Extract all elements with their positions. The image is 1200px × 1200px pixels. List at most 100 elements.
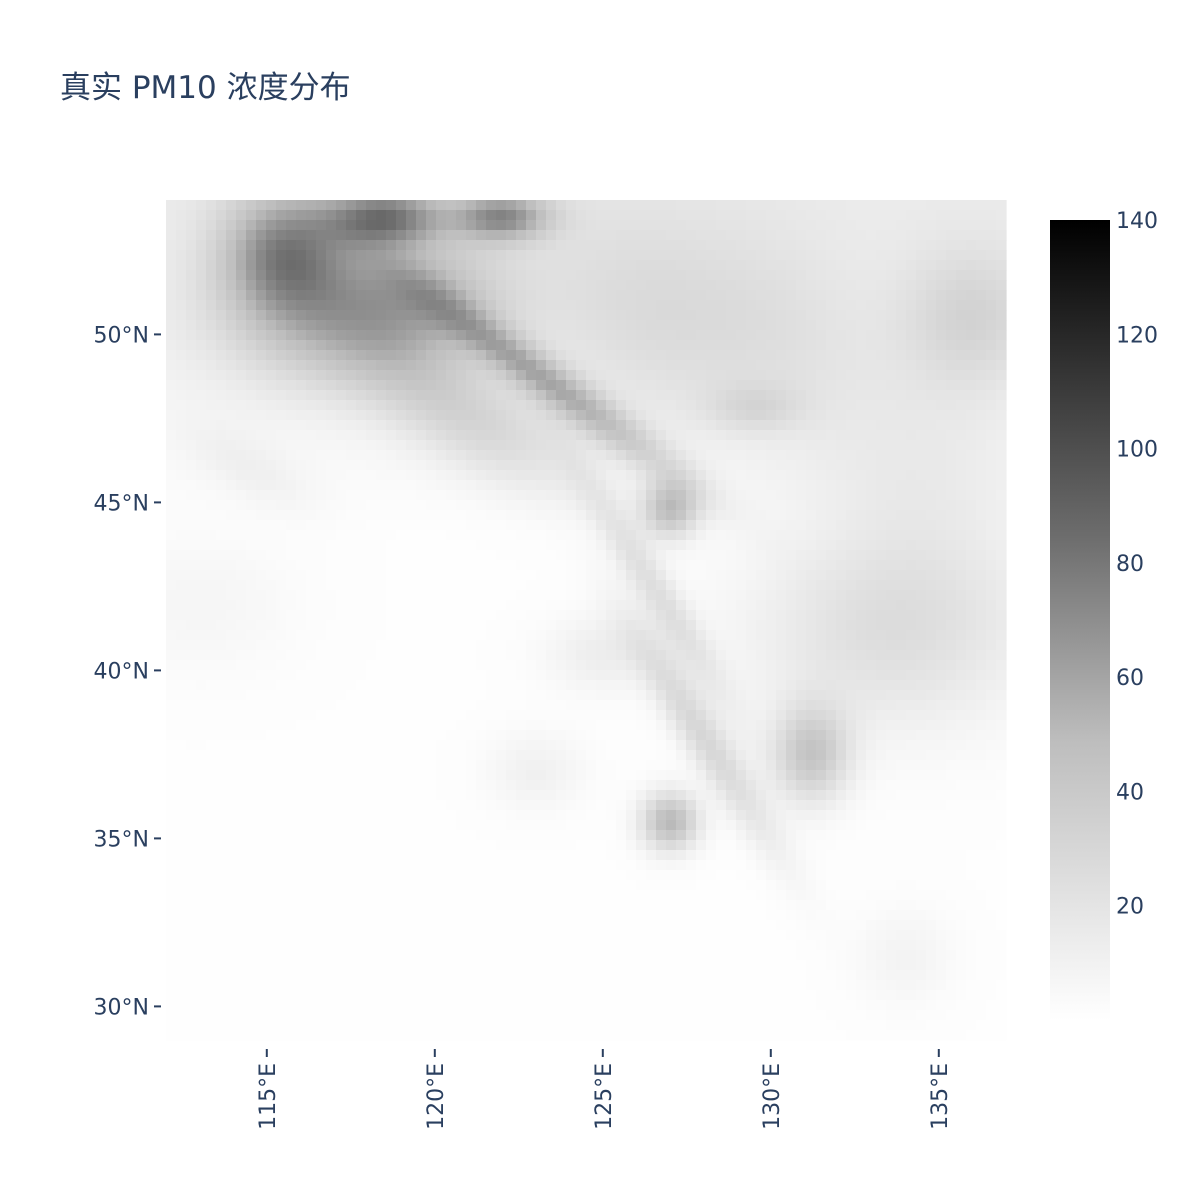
heatmap-cell	[586, 470, 597, 481]
heatmap-cell	[316, 300, 327, 311]
heatmap-cell	[336, 610, 347, 621]
heatmap-cell	[246, 560, 257, 571]
heatmap-cell	[586, 300, 597, 311]
heatmap-cell	[746, 730, 757, 741]
heatmap-cell	[916, 320, 927, 331]
heatmap-cell	[196, 250, 207, 261]
heatmap-cell	[646, 360, 657, 371]
heatmap-cell	[706, 520, 717, 531]
heatmap-cell	[786, 630, 797, 641]
heatmap-cell	[246, 510, 257, 521]
heatmap-cell	[526, 310, 537, 321]
heatmap-cell	[486, 330, 497, 341]
heatmap-cell	[416, 630, 427, 641]
heatmap-cell	[326, 200, 337, 211]
heatmap-cell	[306, 430, 317, 441]
heatmap-cell	[676, 510, 687, 521]
heatmap-cell	[536, 230, 547, 241]
heatmap-cell	[956, 370, 967, 381]
heatmap-cell	[466, 230, 477, 241]
heatmap-cell	[386, 320, 397, 331]
heatmap-cell	[866, 200, 877, 211]
heatmap-cell	[696, 200, 707, 211]
heatmap-cell	[766, 620, 777, 631]
heatmap-cell	[736, 320, 747, 331]
heatmap-cell	[856, 390, 867, 401]
heatmap-cell	[676, 560, 687, 571]
heatmap-cell	[296, 340, 307, 351]
heatmap-cell	[976, 280, 987, 291]
heatmap-cell	[866, 680, 877, 691]
heatmap-cell	[176, 260, 187, 271]
heatmap-cell	[586, 650, 597, 661]
heatmap-cell	[976, 700, 987, 711]
heatmap-cell	[926, 200, 937, 211]
heatmap-cell	[946, 250, 957, 261]
heatmap-cell	[246, 490, 257, 501]
heatmap-cell	[886, 620, 897, 631]
heatmap-cell	[306, 680, 317, 691]
heatmap-cell	[896, 410, 907, 421]
heatmap-cell	[476, 260, 487, 271]
heatmap-cell	[996, 230, 1007, 241]
heatmap-cell	[856, 250, 867, 261]
heatmap-cell	[736, 300, 747, 311]
heatmap-cell	[396, 550, 407, 561]
heatmap-cell	[946, 310, 957, 321]
heatmap-cell	[496, 430, 507, 441]
heatmap-cell	[316, 610, 327, 621]
heatmap-cell	[916, 740, 927, 751]
heatmap-cell	[166, 560, 177, 571]
heatmap-cell	[496, 380, 507, 391]
heatmap-cell	[926, 620, 937, 631]
heatmap-cell	[896, 510, 907, 521]
heatmap-cell	[816, 750, 827, 761]
heatmap-cell	[656, 200, 667, 211]
heatmap-cell	[556, 220, 567, 231]
heatmap-cell	[256, 210, 267, 221]
heatmap-cell	[886, 690, 897, 701]
heatmap-cell	[516, 470, 527, 481]
heatmap-cell	[896, 530, 907, 541]
heatmap-cell	[206, 580, 217, 591]
heatmap-cell	[456, 740, 467, 751]
heatmap-cell	[176, 780, 187, 791]
heatmap-cell	[796, 630, 807, 641]
heatmap-cell	[176, 540, 187, 551]
heatmap-cell	[846, 310, 857, 321]
heatmap-cell	[996, 340, 1007, 351]
heatmap-cell	[836, 720, 847, 731]
heatmap-cell	[996, 220, 1007, 231]
heatmap-cell	[476, 670, 487, 681]
heatmap-cell	[496, 210, 507, 221]
heatmap-cell	[656, 490, 667, 501]
heatmap-cell	[486, 600, 497, 611]
heatmap-cell	[456, 380, 467, 391]
heatmap-cell	[316, 600, 327, 611]
heatmap-cell	[976, 760, 987, 771]
heatmap-cell	[526, 290, 537, 301]
heatmap-cell	[436, 240, 447, 251]
heatmap-cell	[276, 390, 287, 401]
heatmap-cell	[346, 570, 357, 581]
heatmap-cell	[666, 610, 677, 621]
heatmap-cell	[386, 210, 397, 221]
heatmap-cell	[336, 550, 347, 561]
heatmap-cell	[866, 320, 877, 331]
heatmap-cell	[846, 540, 857, 551]
heatmap-cell	[906, 680, 917, 691]
heatmap-cell	[366, 430, 377, 441]
heatmap-cell	[716, 690, 727, 701]
heatmap-cell	[386, 250, 397, 261]
heatmap-cell	[836, 740, 847, 751]
heatmap-cell	[196, 510, 207, 521]
heatmap-cell	[546, 400, 557, 411]
heatmap-cell	[166, 540, 177, 551]
heatmap-cell	[576, 520, 587, 531]
heatmap-cell	[246, 750, 257, 761]
heatmap-cell	[966, 690, 977, 701]
heatmap-cell	[626, 430, 637, 441]
heatmap-cell	[206, 440, 217, 451]
heatmap-cell	[876, 330, 887, 341]
heatmap-cell	[696, 230, 707, 241]
